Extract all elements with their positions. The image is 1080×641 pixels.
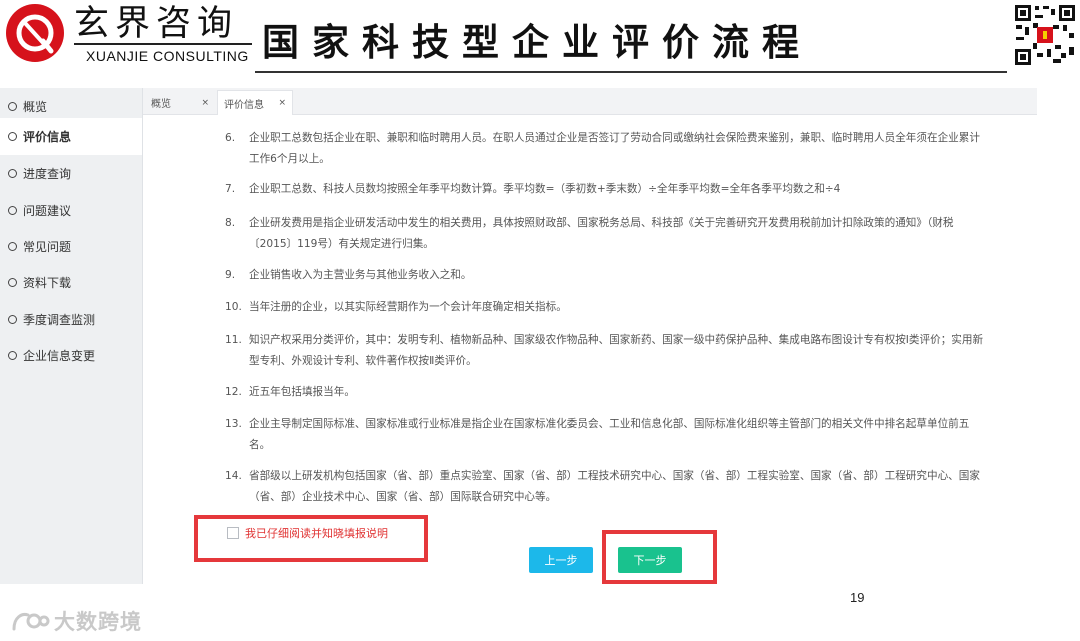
- watermark-text: 大数跨境: [54, 610, 142, 634]
- sidebar-item-label: 常见问题: [23, 240, 72, 254]
- sidebar-item-evaluation-info[interactable]: 评价信息: [0, 118, 142, 155]
- note-item: 12. 近五年包括填报当年。: [225, 382, 985, 403]
- sidebar: 概览 评价信息 进度查询 问题建议 常见问题 资料下载 季度调查监测 企业信息变…: [0, 88, 143, 584]
- close-icon[interactable]: ×: [278, 98, 286, 108]
- note-text: 企业职工总数包括企业在职、兼职和临时聘用人员。在职人员通过企业是否签订了劳动合同…: [249, 132, 980, 165]
- xuanjie-logo-icon: [6, 4, 64, 62]
- note-number: 6.: [225, 132, 236, 144]
- circle-icon: [8, 206, 17, 215]
- logo-english-name: XUANJIE CONSULTING: [86, 48, 249, 64]
- evaluation-info-panel: 6. 企业职工总数包括企业在职、兼职和临时聘用人员。在职人员通过企业是否签订了劳…: [143, 115, 1037, 584]
- tab-label: 评价信息: [224, 99, 264, 111]
- close-icon[interactable]: ×: [201, 98, 209, 108]
- note-item: 14. 省部级以上研发机构包括国家（省、部）重点实验室、国家（省、部）工程技术研…: [225, 466, 985, 508]
- sidebar-item-downloads[interactable]: 资料下载: [0, 264, 142, 301]
- note-text: 知识产权采用分类评价，其中：发明专利、植物新品种、国家级农作物品种、国家新药、国…: [249, 334, 984, 367]
- circle-icon: [8, 315, 17, 324]
- note-number: 7.: [225, 183, 236, 195]
- qr-code-icon: [1013, 3, 1077, 67]
- circle-icon: [8, 242, 17, 251]
- note-text: 近五年包括填报当年。: [249, 386, 355, 398]
- page-number: 19: [850, 590, 865, 605]
- sidebar-item-company-info-change[interactable]: 企业信息变更: [0, 337, 142, 374]
- note-text: 当年注册的企业，以其实际经营期作为一个会计年度确定相关指标。: [249, 301, 567, 313]
- header-rule: [255, 71, 1007, 73]
- logo-divider: [74, 43, 252, 45]
- sidebar-item-suggestions[interactable]: 问题建议: [0, 192, 142, 229]
- tab-bar: 概览 × 评价信息 ×: [143, 88, 1037, 115]
- note-text: 省部级以上研发机构包括国家（省、部）重点实验室、国家（省、部）工程技术研究中心、…: [249, 470, 980, 503]
- tab-label: 概览: [151, 99, 171, 110]
- sidebar-item-label: 问题建议: [23, 204, 72, 218]
- note-number: 8.: [225, 217, 236, 229]
- previous-step-button[interactable]: 上一步: [529, 547, 593, 573]
- watermark-logo-icon: [12, 613, 50, 631]
- note-text: 企业职工总数、科技人员数均按照全年季平均数计算。季平均数=（季初数+季末数）÷全…: [249, 183, 841, 195]
- sidebar-item-label: 进度查询: [23, 167, 72, 181]
- slide-title: 国家科技型企业评价流程: [262, 21, 812, 64]
- circle-icon: [8, 169, 17, 178]
- note-text: 企业主导制定国际标准、国家标准或行业标准是指企业在国家标准化委员会、工业和信息化…: [249, 418, 970, 451]
- tab-overview[interactable]: 概览 ×: [145, 90, 215, 115]
- next-step-button[interactable]: 下一步: [618, 547, 682, 573]
- sidebar-item-progress-query[interactable]: 进度查询: [0, 155, 142, 192]
- note-item: 13. 企业主导制定国际标准、国家标准或行业标准是指企业在国家标准化委员会、工业…: [225, 414, 985, 456]
- note-item: 11. 知识产权采用分类评价，其中：发明专利、植物新品种、国家级农作物品种、国家…: [225, 330, 985, 372]
- note-item: 7. 企业职工总数、科技人员数均按照全年季平均数计算。季平均数=（季初数+季末数…: [225, 179, 985, 200]
- note-number: 14.: [225, 470, 242, 482]
- note-item: 6. 企业职工总数包括企业在职、兼职和临时聘用人员。在职人员通过企业是否签订了劳…: [225, 128, 985, 170]
- sidebar-item-label: 概览: [23, 100, 48, 114]
- circle-icon: [8, 351, 17, 360]
- note-number: 11.: [225, 334, 242, 346]
- note-number: 12.: [225, 386, 242, 398]
- note-item: 10. 当年注册的企业，以其实际经营期作为一个会计年度确定相关指标。: [225, 297, 985, 318]
- circle-icon: [8, 132, 17, 141]
- note-number: 10.: [225, 301, 242, 313]
- sidebar-item-label: 季度调查监测: [23, 313, 96, 327]
- tab-evaluation-info[interactable]: 评价信息 ×: [217, 90, 293, 115]
- sidebar-item-label: 企业信息变更: [23, 349, 96, 363]
- sidebar-item-quarterly-survey[interactable]: 季度调查监测: [0, 301, 142, 338]
- watermark: 大数跨境: [10, 606, 142, 636]
- agree-checkbox[interactable]: [227, 527, 239, 539]
- sidebar-item-label: 资料下载: [23, 276, 72, 290]
- note-text: 企业销售收入为主营业务与其他业务收入之和。: [249, 269, 472, 281]
- circle-icon: [8, 102, 17, 111]
- note-text: 企业研发费用是指企业研发活动中发生的相关费用，具体按照财政部、国家税务总局、科技…: [249, 217, 954, 250]
- note-item: 8. 企业研发费用是指企业研发活动中发生的相关费用，具体按照财政部、国家税务总局…: [225, 213, 985, 255]
- note-item: 9. 企业销售收入为主营业务与其他业务收入之和。: [225, 265, 985, 286]
- logo-chinese-name: 玄界咨询: [74, 4, 239, 44]
- note-number: 9.: [225, 269, 236, 281]
- agree-label[interactable]: 我已仔细阅读并知晓填报说明: [245, 525, 388, 541]
- note-number: 13.: [225, 418, 242, 430]
- circle-icon: [8, 278, 17, 287]
- sidebar-item-label: 评价信息: [23, 130, 72, 144]
- sidebar-item-faq[interactable]: 常见问题: [0, 228, 142, 265]
